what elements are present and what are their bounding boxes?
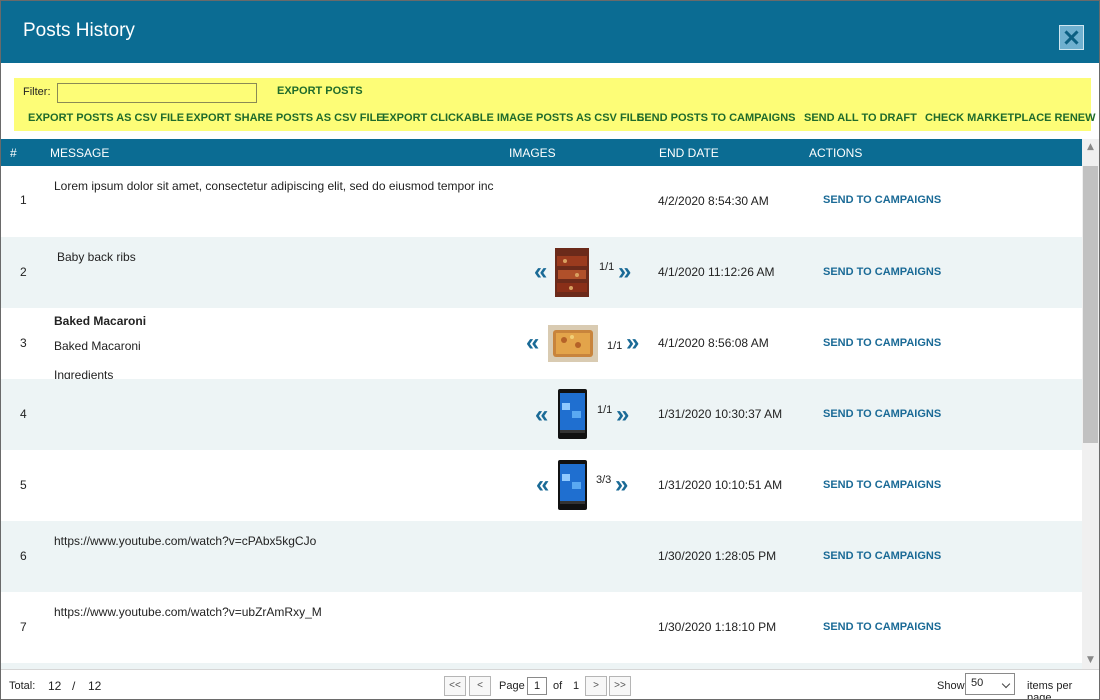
filter-input[interactable] <box>57 83 257 103</box>
export-csv-button[interactable]: EXPORT POSTS AS CSV FILE <box>28 112 184 124</box>
chevron-double-left-icon[interactable]: « <box>535 403 548 427</box>
table-row: 2 Baby back ribs « 1/1 » 4/1/2020 11:12:… <box>1 237 1082 308</box>
total-label: Total: <box>9 680 36 692</box>
row-number: 7 <box>20 620 27 634</box>
posts-history-window: Posts History Filter: EXPORT POSTS EXPOR… <box>0 0 1100 700</box>
total-all: 12 <box>88 679 102 693</box>
table-row: 7 https://www.youtube.com/watch?v=ubZrAm… <box>1 592 1082 663</box>
row-end-date: 1/30/2020 1:28:05 PM <box>658 549 777 563</box>
send-to-campaigns-link[interactable]: SEND TO CAMPAIGNS <box>823 479 941 491</box>
phone-screenshot-thumbnail[interactable] <box>558 460 587 510</box>
last-page-button[interactable]: >> <box>609 676 631 696</box>
total-shown: 12 <box>48 679 62 693</box>
chevron-double-right-icon[interactable]: » <box>626 331 639 355</box>
image-page-indicator: 1/1 <box>599 261 615 273</box>
column-end-date[interactable]: END DATE <box>659 146 719 160</box>
image-page-indicator: 3/3 <box>596 474 612 486</box>
of-label: of <box>553 680 563 692</box>
column-message[interactable]: MESSAGE <box>50 146 109 160</box>
page-count: 1 <box>573 680 580 692</box>
row-end-date: 1/31/2020 10:30:37 AM <box>658 407 783 421</box>
ribs-image-thumbnail[interactable] <box>555 248 589 297</box>
page-number-input[interactable]: 1 <box>527 677 547 695</box>
row-message: https://www.youtube.com/watch?v=cPAbx5kg… <box>54 534 317 548</box>
column-actions[interactable]: ACTIONS <box>809 146 862 160</box>
macaroni-image-thumbnail[interactable] <box>548 325 598 362</box>
grid-header: # MESSAGE IMAGES END DATE ACTIONS <box>1 139 1082 166</box>
row-message: Baby back ribs <box>57 250 136 264</box>
row-number: 4 <box>20 407 27 421</box>
row-end-date: 4/2/2020 8:54:30 AM <box>658 194 769 208</box>
filter-label: Filter: <box>23 86 51 98</box>
row-end-date: 1/30/2020 1:18:10 PM <box>658 620 777 634</box>
scroll-up-icon[interactable]: ▲ <box>1082 139 1099 156</box>
items-per-page-label: items per page <box>1027 680 1073 700</box>
row-end-date: 4/1/2020 8:56:08 AM <box>658 336 769 350</box>
column-images[interactable]: IMAGES <box>509 146 556 160</box>
send-to-campaigns-link[interactable]: SEND TO CAMPAIGNS <box>823 550 941 562</box>
export-share-csv-button[interactable]: EXPORT SHARE POSTS AS CSV FILE <box>186 112 384 124</box>
send-to-campaigns-link[interactable]: SEND TO CAMPAIGNS <box>823 266 941 278</box>
chevron-double-right-icon[interactable]: » <box>616 403 629 427</box>
close-icon[interactable] <box>1059 25 1084 50</box>
chevron-double-right-icon[interactable]: » <box>618 260 631 284</box>
title-bar: Posts History <box>1 1 1099 63</box>
send-posts-to-campaigns-button[interactable]: SEND POSTS TO CAMPAIGNS <box>637 112 796 124</box>
row-number: 2 <box>20 265 27 279</box>
export-posts-button[interactable]: EXPORT POSTS <box>277 85 363 97</box>
export-clickable-csv-button[interactable]: EXPORT CLICKABLE IMAGE POSTS AS CSV FILE <box>382 112 644 124</box>
pager-footer: Total: 12 / 12 << < Page 1 of 1 > >> Sho… <box>1 669 1099 699</box>
row-message: https://www.youtube.com/watch?v=ubZrAmRx… <box>54 605 322 619</box>
send-to-campaigns-link[interactable]: SEND TO CAMPAIGNS <box>823 194 941 206</box>
show-label: Show <box>937 680 965 692</box>
vertical-scrollbar[interactable]: ▲ ▼ <box>1082 139 1099 669</box>
send-to-campaigns-link[interactable]: SEND TO CAMPAIGNS <box>823 408 941 420</box>
row-number: 1 <box>20 193 27 207</box>
send-to-campaigns-link[interactable]: SEND TO CAMPAIGNS <box>823 337 941 349</box>
table-row: 4 « 1/1 » 1/31/2020 10:30:37 AM SEND TO … <box>1 379 1082 450</box>
total-separator: / <box>72 679 76 693</box>
table-row: 1 Lorem ipsum dolor sit amet, consectetu… <box>1 166 1082 237</box>
table-row: 6 https://www.youtube.com/watch?v=cPAbx5… <box>1 521 1082 592</box>
image-page-indicator: 1/1 <box>597 404 613 416</box>
scrollbar-thumb[interactable] <box>1083 166 1098 443</box>
send-all-to-draft-button[interactable]: SEND ALL TO DRAFT <box>804 112 917 124</box>
first-page-button[interactable]: << <box>444 676 466 696</box>
window-title: Posts History <box>23 20 135 41</box>
row-end-date: 4/1/2020 11:12:26 AM <box>658 265 775 279</box>
table-row: 5 « 3/3 » 1/31/2020 10:10:51 AM SEND TO … <box>1 450 1082 521</box>
send-to-campaigns-link[interactable]: SEND TO CAMPAIGNS <box>823 621 941 633</box>
image-page-indicator: 1/1 <box>607 340 623 352</box>
toolbar: Filter: EXPORT POSTS EXPORT POSTS AS CSV… <box>14 78 1096 131</box>
row-number: 5 <box>20 478 27 492</box>
row-message-title: Baked Macaroni <box>54 314 147 328</box>
phone-screenshot-thumbnail[interactable] <box>558 389 587 439</box>
chevron-double-left-icon[interactable]: « <box>536 473 549 497</box>
posts-grid: # MESSAGE IMAGES END DATE ACTIONS 1 Lore… <box>1 139 1099 669</box>
row-number: 6 <box>20 549 27 563</box>
grid-rows: 1 Lorem ipsum dolor sit amet, consectetu… <box>1 166 1082 669</box>
chevron-double-left-icon[interactable]: « <box>526 331 539 355</box>
column-number[interactable]: # <box>10 146 17 160</box>
table-row: 3 Baked Macaroni Baked Macaroni Ingredie… <box>1 308 1082 382</box>
check-marketplace-renew-button[interactable]: CHECK MARKETPLACE RENEW <box>925 112 1096 124</box>
row-number: 3 <box>20 336 27 350</box>
chevron-double-right-icon[interactable]: » <box>615 473 628 497</box>
row-message: Baked Macaroni <box>54 339 141 353</box>
row-message: Lorem ipsum dolor sit amet, consectetur … <box>54 179 494 193</box>
chevron-double-left-icon[interactable]: « <box>534 260 547 284</box>
row-end-date: 1/31/2020 10:10:51 AM <box>658 478 783 492</box>
prev-page-button[interactable]: < <box>469 676 491 696</box>
items-per-page-select[interactable]: 50 <box>965 673 1015 695</box>
next-page-button[interactable]: > <box>585 676 607 696</box>
scroll-down-icon[interactable]: ▼ <box>1082 652 1099 669</box>
page-label: Page <box>499 680 525 692</box>
